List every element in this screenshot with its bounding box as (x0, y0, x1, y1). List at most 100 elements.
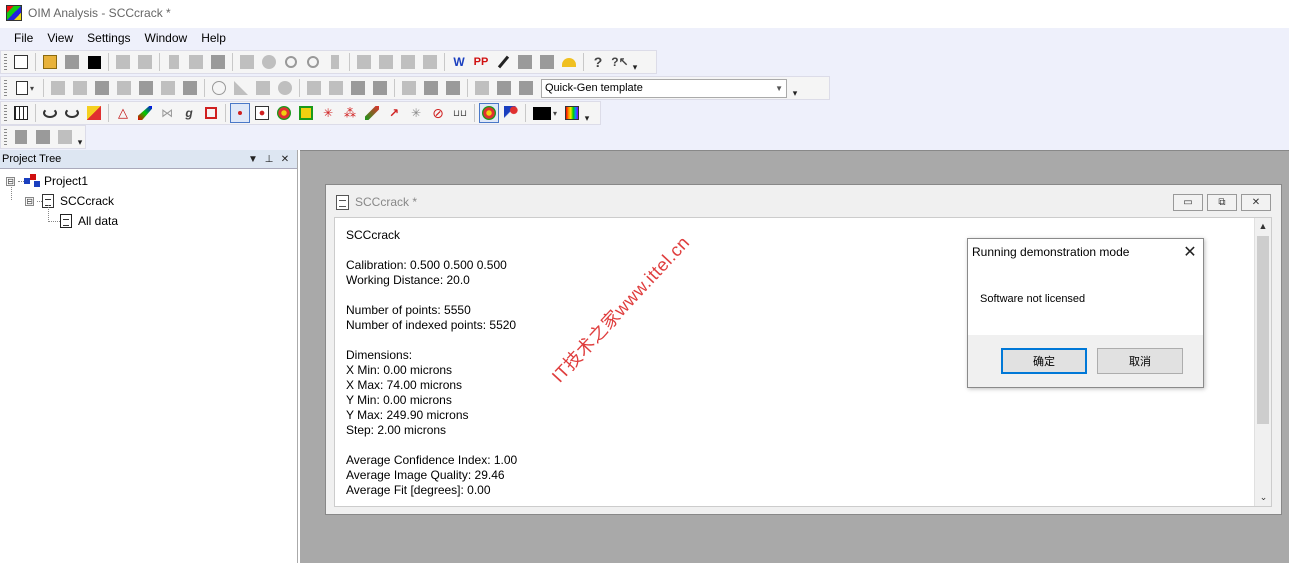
cursor-button[interactable] (501, 103, 521, 123)
wand-button[interactable] (493, 52, 513, 72)
spread-button[interactable]: ✳ (318, 103, 338, 123)
toolbar-overflow[interactable]: ▾ (583, 102, 591, 124)
dataset-window-titlebar[interactable]: SCCcrack * ▭ ⧉ ✕ (326, 185, 1281, 219)
tree-item-scccrack[interactable]: ⊟ SCCcrack (25, 191, 114, 211)
toolbar-grip[interactable] (4, 54, 7, 70)
map-button-7[interactable] (180, 78, 200, 98)
map-button-5[interactable] (136, 78, 156, 98)
color-scale-button[interactable] (562, 103, 582, 123)
toolbar-grip[interactable] (4, 129, 7, 145)
collapse-icon[interactable]: ⊟ (25, 196, 34, 206)
dialog-close-button[interactable]: ✕ (1177, 242, 1203, 262)
about-button[interactable]: ? (588, 52, 608, 72)
menu-window[interactable]: Window (138, 31, 195, 45)
paste-button[interactable] (208, 52, 228, 72)
extra-button-3[interactable] (55, 127, 75, 147)
properties-button[interactable] (237, 52, 257, 72)
tile-vertical-button[interactable] (398, 52, 418, 72)
rect-select-button[interactable] (252, 103, 272, 123)
rotate-right-button[interactable] (62, 103, 82, 123)
map-button-2[interactable] (70, 78, 90, 98)
pp-button[interactable]: PP (471, 52, 491, 72)
gray-square-button[interactable] (537, 52, 557, 72)
minimize-button[interactable]: ▭ (1173, 193, 1203, 211)
report-button-2[interactable] (443, 78, 463, 98)
dialog-titlebar[interactable]: Running demonstration mode ✕ (968, 239, 1203, 265)
copy-button[interactable] (186, 52, 206, 72)
eraser-button[interactable] (84, 103, 104, 123)
print-button[interactable] (113, 52, 133, 72)
gauge-button[interactable] (559, 52, 579, 72)
menu-settings[interactable]: Settings (80, 31, 137, 45)
map-button-6[interactable] (158, 78, 178, 98)
grain-button[interactable]: g (179, 103, 199, 123)
point-select-button[interactable] (230, 103, 250, 123)
ruler-button[interactable]: ⊔⊔ (450, 103, 470, 123)
chart-button-1[interactable] (304, 78, 324, 98)
cancel-button[interactable]: 取消 (1097, 348, 1183, 374)
zoom-out-button[interactable] (303, 52, 323, 72)
polygon-button[interactable] (296, 103, 316, 123)
open-button[interactable] (40, 52, 60, 72)
cascade-button[interactable] (354, 52, 374, 72)
layers-button[interactable] (515, 52, 535, 72)
tree-item-project1[interactable]: ⊟ Project1 (6, 171, 88, 191)
pointer-button[interactable] (325, 52, 345, 72)
tile-horizontal-button[interactable] (376, 52, 396, 72)
print-preview-button[interactable] (135, 52, 155, 72)
texture-button[interactable] (275, 78, 295, 98)
toolbar-overflow[interactable]: ▾ (76, 126, 84, 148)
menu-file[interactable]: File (7, 31, 40, 45)
template-button-1[interactable] (472, 78, 492, 98)
toolbar-grip[interactable] (4, 80, 7, 96)
chart-button-3[interactable] (348, 78, 368, 98)
boundary-button[interactable]: ⋈ (157, 103, 177, 123)
chart-button-4[interactable] (370, 78, 390, 98)
scroll-thumb[interactable] (1257, 236, 1269, 424)
rotate-left-button[interactable] (40, 103, 60, 123)
arrange-button[interactable] (420, 52, 440, 72)
w-button[interactable]: W (449, 52, 469, 72)
odf-button[interactable] (253, 78, 273, 98)
panel-pin-button[interactable]: ⊥ (261, 154, 277, 165)
vector-button[interactable] (362, 103, 382, 123)
panel-close-button[interactable]: ✕ (277, 154, 293, 165)
scroll-down-button[interactable]: ⌄ (1255, 489, 1272, 506)
auto-button[interactable] (399, 78, 419, 98)
map-button-4[interactable] (114, 78, 134, 98)
toolbar-grip[interactable] (4, 105, 7, 121)
pole-figure-button[interactable] (209, 78, 229, 98)
zoom-in-button[interactable] (281, 52, 301, 72)
extra-button-2[interactable] (33, 127, 53, 147)
pan-button[interactable] (259, 52, 279, 72)
cut-button[interactable] (164, 52, 184, 72)
chart-button-2[interactable] (326, 78, 346, 98)
ipf-button[interactable] (231, 78, 251, 98)
triangle-button[interactable]: △ (113, 103, 133, 123)
menu-help[interactable]: Help (194, 31, 233, 45)
save-button[interactable] (62, 52, 82, 72)
panel-dropdown-button[interactable]: ▼ (245, 154, 261, 165)
map-button-3[interactable] (92, 78, 112, 98)
line-arrow-button[interactable]: ↗ (384, 103, 404, 123)
color-arrow-button[interactable] (135, 103, 155, 123)
context-help-button[interactable]: ?↖ (610, 52, 630, 72)
report-button-1[interactable] (421, 78, 441, 98)
close-button[interactable]: ✕ (1241, 193, 1271, 211)
table-button[interactable] (11, 103, 31, 123)
menu-view[interactable]: View (40, 31, 80, 45)
color-picker-button[interactable]: ▾ (530, 103, 560, 123)
new-dropdown-button[interactable]: ▾ (11, 78, 39, 98)
map-button-1[interactable] (48, 78, 68, 98)
ok-button[interactable]: 确定 (1001, 348, 1087, 374)
asterisk-button[interactable]: ✳ (406, 103, 426, 123)
vertical-scrollbar[interactable]: ▲ ⌄ (1254, 218, 1271, 506)
scroll-up-button[interactable]: ▲ (1255, 218, 1271, 235)
spread-dots-button[interactable]: ⁂ (340, 103, 360, 123)
overlay-target-button[interactable] (479, 103, 499, 123)
target-button[interactable] (274, 103, 294, 123)
template-button-2[interactable] (494, 78, 514, 98)
save-all-button[interactable] (84, 52, 104, 72)
new-file-button[interactable] (11, 52, 31, 72)
tree-item-all-data[interactable]: All data (48, 211, 118, 231)
